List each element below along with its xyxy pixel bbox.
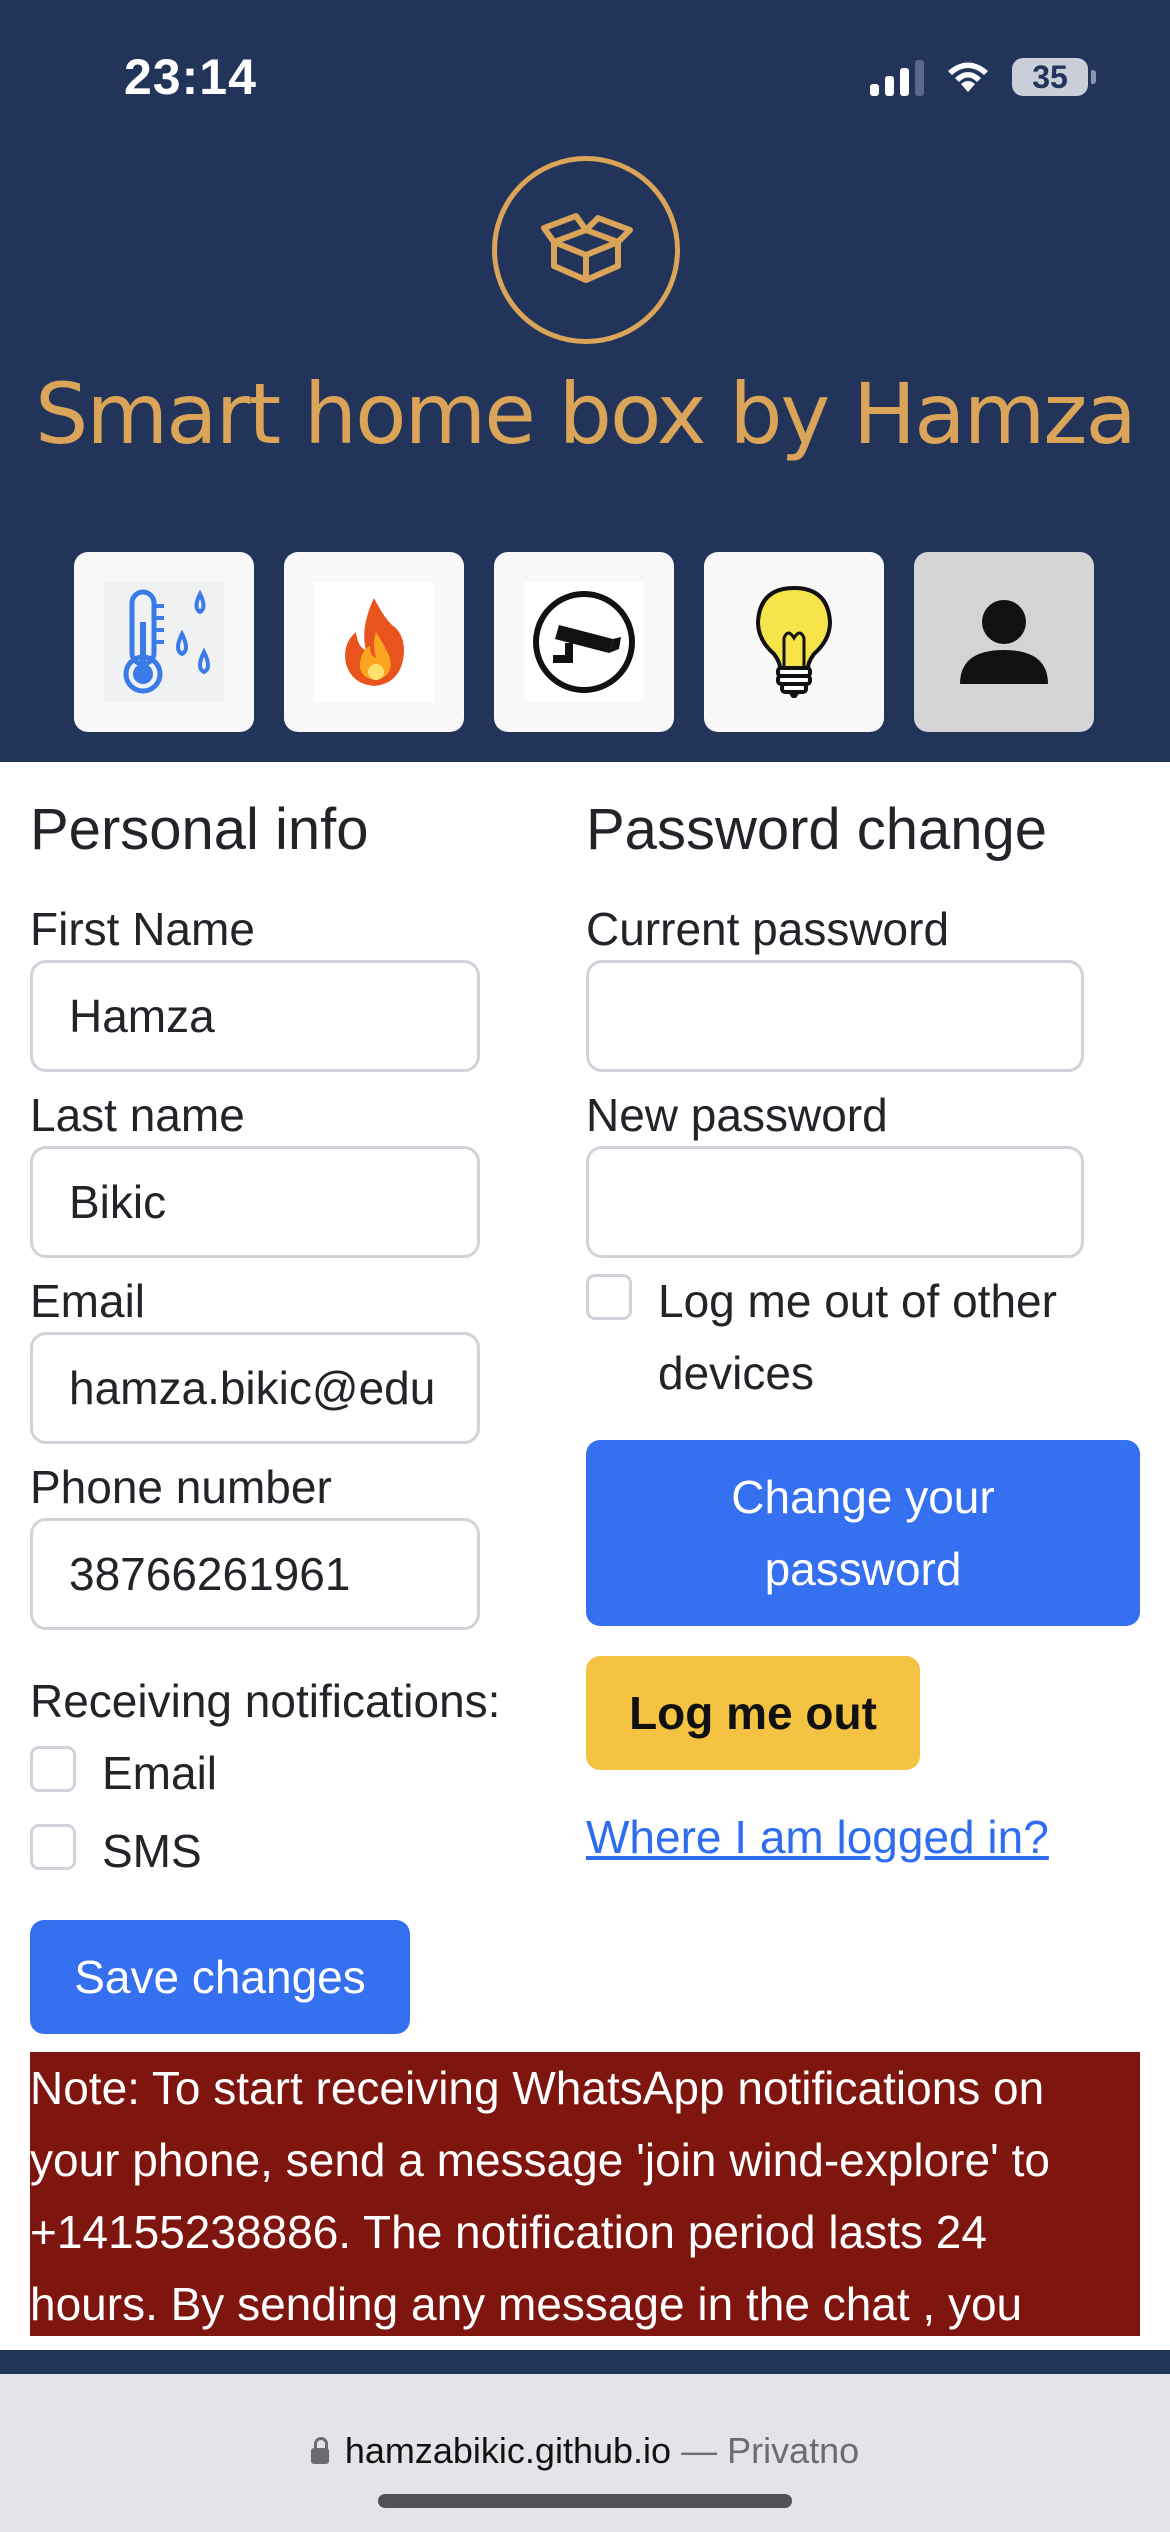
open-box-icon — [541, 213, 633, 283]
current-password-field[interactable] — [586, 960, 1084, 1072]
status-indicators: 35 — [870, 52, 1096, 102]
notify-sms-checkbox[interactable] — [30, 1824, 76, 1870]
address-text[interactable]: hamzabikic.github.io — Privatno — [0, 2430, 1170, 2472]
personal-info-title: Personal info — [30, 797, 369, 862]
browser-address-bar[interactable]: hamzabikic.github.io — Privatno — [0, 2374, 1170, 2532]
app-header: 23:14 35 Smart home box by Hamza — [0, 0, 1170, 762]
user-icon — [960, 600, 1048, 684]
first-name-field[interactable] — [30, 960, 480, 1072]
new-password-label: New password — [586, 1089, 888, 1141]
note-line-3: +14155238886. The notification period la… — [30, 2206, 987, 2258]
status-time: 23:14 — [124, 49, 257, 105]
nav-profile-button[interactable] — [914, 552, 1094, 732]
notify-email-label: Email — [102, 1747, 218, 1799]
email-field[interactable] — [30, 1332, 480, 1444]
log-me-out-button[interactable]: Log me out — [586, 1656, 920, 1770]
flame-icon — [345, 598, 404, 686]
notify-sms-label: SMS — [102, 1825, 202, 1877]
nav-camera-button[interactable] — [494, 552, 674, 732]
note-line-2: your phone, send a message 'join wind-ex… — [30, 2134, 1050, 2186]
nav-bar — [74, 552, 1094, 732]
home-indicator[interactable] — [378, 2494, 792, 2508]
thermometer-droplets-icon — [104, 582, 224, 702]
logout-other-devices-label-line1: Log me out of other — [658, 1275, 1057, 1327]
battery-indicator: 35 — [1012, 58, 1096, 96]
app-title: Smart home box by Hamza — [35, 365, 1137, 463]
password-change-title: Password change — [586, 797, 1048, 862]
phone-field[interactable] — [30, 1518, 480, 1630]
new-password-field[interactable] — [586, 1146, 1084, 1258]
last-name-field[interactable] — [30, 1146, 480, 1258]
privacy-text: — Privatno — [681, 2430, 860, 2471]
where-logged-in-link[interactable]: Where I am logged in? — [586, 1810, 1049, 1864]
notify-email-checkbox[interactable] — [30, 1746, 76, 1792]
current-password-label: Current password — [586, 903, 950, 955]
whatsapp-note: Note: To start receiving WhatsApp notifi… — [30, 2052, 1140, 2336]
logout-other-devices-label-line2: devices — [658, 1347, 814, 1399]
last-name-label: Last name — [30, 1089, 245, 1141]
first-name-label: First Name — [30, 903, 255, 955]
lock-icon — [310, 2437, 329, 2464]
domain-text: hamzabikic.github.io — [344, 2430, 672, 2471]
email-label: Email — [30, 1275, 146, 1327]
cellular-signal-icon — [870, 58, 924, 96]
note-line-1: Note: To start receiving WhatsApp notifi… — [30, 2062, 1045, 2114]
nav-light-button[interactable] — [704, 552, 884, 732]
change-password-label-line1: Change your — [731, 1471, 995, 1523]
phone-label: Phone number — [30, 1461, 332, 1513]
logout-other-devices-checkbox[interactable] — [586, 1274, 632, 1320]
nav-fire-button[interactable] — [284, 552, 464, 732]
note-line-4: hours. By sending any message in the cha… — [30, 2278, 1023, 2330]
save-changes-button[interactable]: Save changes — [30, 1920, 410, 2034]
security-camera-icon — [533, 591, 635, 693]
light-bulb-icon — [755, 585, 833, 698]
nav-temperature-button[interactable] — [74, 552, 254, 732]
wifi-icon — [948, 62, 988, 92]
change-password-label-line2: password — [764, 1543, 962, 1595]
footer-band — [0, 2350, 1170, 2374]
logo[interactable] — [492, 156, 680, 344]
change-password-button[interactable]: Change your password — [586, 1440, 1140, 1626]
notifications-label: Receiving notifications: — [30, 1675, 501, 1727]
